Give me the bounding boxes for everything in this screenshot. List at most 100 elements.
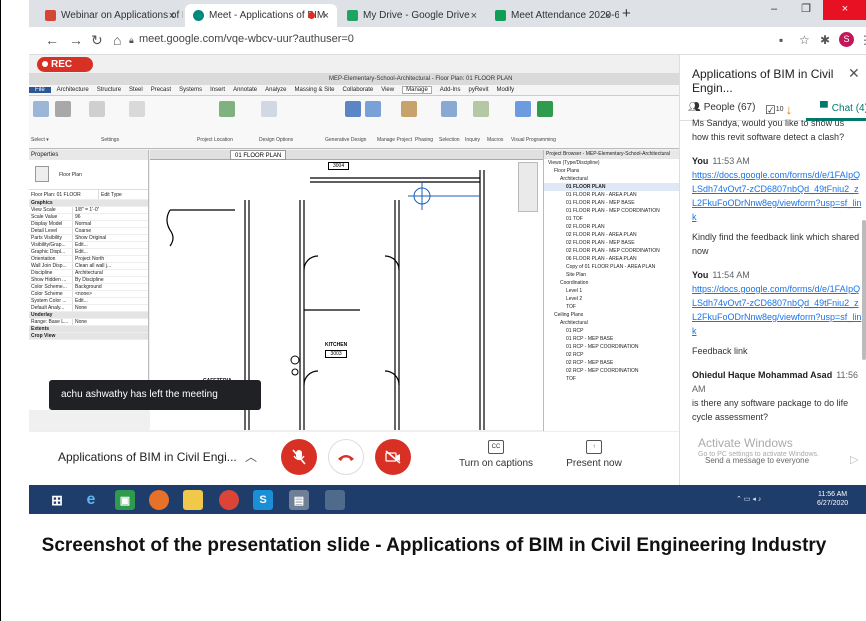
close-icon[interactable]: × [471, 10, 477, 22]
browser-tree-item[interactable]: 02 RCP - MEP BASE [544, 359, 679, 367]
phases-icon[interactable] [441, 101, 457, 117]
browser-tree-item[interactable]: Architectural [544, 319, 679, 327]
camera-off-button[interactable] [375, 439, 411, 475]
revit-menu-item[interactable]: Structure [97, 87, 121, 93]
revit-menu-item[interactable]: Massing & Site [294, 87, 334, 93]
property-row[interactable]: Display Model Normal [29, 221, 148, 228]
chevron-up-icon[interactable]: ︿ [245, 448, 257, 465]
taskbar-clock[interactable]: 11:56 AM 6/27/2020 [817, 490, 848, 508]
property-row[interactable]: Wall Join Disp... Clean all wall j... [29, 263, 148, 270]
maximize-icon[interactable]: ❐ [791, 0, 821, 20]
edit-type-button[interactable]: Edit Type [99, 190, 122, 199]
back-icon[interactable]: ← [45, 32, 59, 48]
property-row[interactable]: Crop View [29, 333, 148, 340]
tab-people[interactable]: 👥︎ People (67) [688, 102, 755, 113]
modify-icon[interactable] [33, 101, 49, 117]
additional-settings-icon[interactable] [129, 101, 145, 117]
materials-icon[interactable] [55, 101, 71, 117]
revit-menu-item[interactable]: Systems [179, 87, 202, 93]
property-row[interactable]: Underlay [29, 312, 148, 319]
revit-menu-item[interactable]: Insert [210, 87, 225, 93]
property-value[interactable]: Show Original [73, 235, 106, 241]
reload-icon[interactable]: ↻ [91, 32, 103, 49]
property-row[interactable]: Orientation Project North [29, 256, 148, 263]
extensions-icon[interactable]: ✱ [820, 33, 830, 47]
home-icon[interactable]: ⌂ [113, 32, 121, 48]
property-value[interactable] [139, 333, 141, 339]
browser-tree-item[interactable]: 01 RCP - MEP BASE [544, 335, 679, 343]
revit-menu-item[interactable]: Architecture [57, 87, 89, 93]
property-row[interactable]: Graphics [29, 200, 148, 207]
property-value[interactable]: By Discipline [73, 277, 104, 283]
property-value[interactable] [139, 200, 141, 206]
property-value[interactable]: Project North [73, 256, 104, 262]
browser-tree-item[interactable]: Ceiling Plans [544, 311, 679, 319]
internet-explorer-icon[interactable]: e [81, 490, 101, 510]
property-row[interactable]: Color Scheme... Background [29, 284, 148, 291]
design-options-icon[interactable] [261, 101, 277, 117]
tab-meet[interactable]: Meet - Applications of BIM × [185, 4, 337, 27]
leave-call-button[interactable] [328, 439, 364, 475]
skype-icon[interactable]: S [253, 490, 273, 510]
property-value[interactable]: None [73, 319, 87, 325]
dynamo-player-icon[interactable] [537, 101, 553, 117]
view-tab-01-floor-plan[interactable]: 01 FLOOR PLAN [230, 150, 287, 160]
revit-menu-item[interactable]: Manage [402, 86, 432, 94]
property-row[interactable]: Parts Visibility Show Original [29, 235, 148, 242]
browser-tree-item[interactable]: 01 FLOOR PLAN - AREA PLAN [544, 191, 679, 199]
tab-webinar[interactable]: Webinar on Applications of BIM × [37, 4, 183, 27]
property-row[interactable]: Discipline Architectural [29, 270, 148, 277]
property-value[interactable]: Normal [73, 221, 91, 227]
close-window-icon[interactable]: × [823, 0, 866, 20]
browser-tree-item[interactable]: 01 FLOOR PLAN - MEP COORDINATION [544, 207, 679, 215]
send-icon[interactable]: ▷ [850, 453, 858, 466]
browser-tree-item[interactable]: Architectural [544, 175, 679, 183]
revit-menu-item[interactable]: View [381, 87, 394, 93]
navigation-bar[interactable] [518, 162, 538, 212]
room-tag-kitchen[interactable]: KITCHEN 3003 [325, 342, 348, 358]
mic-off-button[interactable] [281, 439, 317, 475]
new-tab-icon[interactable]: + [622, 5, 631, 22]
captions-button[interactable]: CC Turn on captions [457, 440, 535, 469]
tab-drive[interactable]: My Drive - Google Drive × [339, 4, 485, 27]
cast-icon[interactable]: ▪ [779, 33, 783, 47]
location-icon[interactable] [219, 101, 235, 117]
revit-menu-item[interactable]: File [29, 87, 51, 93]
menu-kebab-icon[interactable]: ⋮ [859, 33, 866, 47]
dynamo-icon[interactable] [515, 101, 531, 117]
tab-polls[interactable]: ☑ 10 ↓ [765, 102, 792, 117]
type-selector[interactable]: Floor Plan [29, 160, 148, 190]
property-row[interactable]: Color Scheme <none> [29, 291, 148, 298]
tab-attendance[interactable]: Meet Attendance 2020-6-27 10: × [487, 4, 619, 27]
property-value[interactable] [139, 326, 141, 332]
revit-menu-item[interactable]: pyRevit [468, 87, 488, 93]
revit-menu-item[interactable]: Collaborate [343, 87, 374, 93]
property-row[interactable]: Detail Level Coarse [29, 228, 148, 235]
browser-tree-item[interactable]: 01 FLOOR PLAN [544, 183, 679, 191]
feedback-link[interactable]: https://docs.google.com/forms/d/e/1FAIpQ… [692, 282, 862, 338]
explore-outcomes-icon[interactable] [365, 101, 381, 117]
room-tag[interactable]: 3004 [328, 160, 350, 170]
property-value[interactable]: None [73, 305, 87, 311]
close-icon[interactable]: × [605, 10, 611, 22]
profile-avatar[interactable]: S [839, 32, 854, 47]
browser-tree-item[interactable]: Floor Plans [544, 167, 679, 175]
browser-tree-item[interactable]: 01 RCP - MEP COORDINATION [544, 343, 679, 351]
revit-menu-item[interactable]: Analyze [265, 87, 286, 93]
browser-tree-item[interactable]: 02 FLOOR PLAN [544, 223, 679, 231]
browser-tree-item[interactable]: TOF [544, 375, 679, 383]
property-value[interactable]: 96 [73, 214, 81, 220]
revit-menu-item[interactable]: Steel [129, 87, 143, 93]
tab-chat[interactable]: ▀ Chat (4) [820, 102, 866, 114]
property-row[interactable]: Visibility/Grap... Edit... [29, 242, 148, 249]
minimize-icon[interactable]: – [759, 0, 789, 20]
browser-tree-item[interactable]: Level 2 [544, 295, 679, 303]
property-value[interactable] [139, 312, 141, 318]
property-row[interactable]: Default Analy... None [29, 305, 148, 312]
browser-tree-item[interactable]: 01 FLOOR PLAN - MEP BASE [544, 199, 679, 207]
browser-tree-item[interactable]: 06 FLOOR PLAN - AREA PLAN [544, 255, 679, 263]
browser-tree-item[interactable]: 02 FLOOR PLAN - MEP BASE [544, 239, 679, 247]
system-tray-icons[interactable]: ⌃ ▭ ◂ ♪ [736, 495, 761, 503]
browser-tree-item[interactable]: Site Plan [544, 271, 679, 279]
browser-tree-item[interactable]: 02 RCP - MEP COORDINATION [544, 367, 679, 375]
